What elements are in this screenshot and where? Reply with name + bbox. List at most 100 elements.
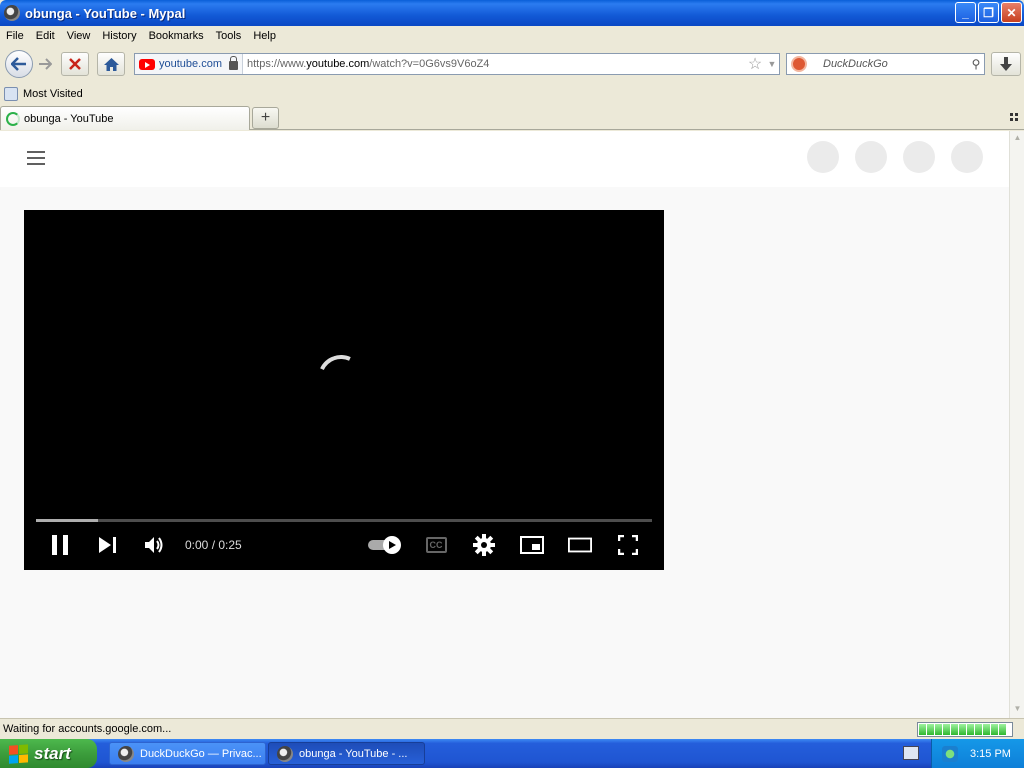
theater-mode-button[interactable]	[568, 533, 592, 557]
url-host: youtube.com	[306, 58, 370, 70]
bookmarks-toolbar: Most Visited	[0, 84, 1024, 104]
menu-help[interactable]: Help	[247, 30, 282, 42]
vertical-scrollbar[interactable]: ▲ ▼	[1009, 131, 1024, 718]
tab-list-icon[interactable]	[1010, 113, 1018, 121]
pause-button[interactable]	[48, 533, 72, 557]
lock-icon	[228, 56, 238, 70]
gear-icon	[473, 534, 495, 556]
scroll-down-icon[interactable]: ▼	[1012, 704, 1023, 716]
url-input[interactable]: https://www.youtube.com/watch?v=0G6vs9V6…	[243, 58, 745, 70]
masthead-placeholder-1	[807, 141, 839, 173]
loading-spinner-icon	[6, 111, 20, 126]
miniplayer-icon	[520, 536, 544, 554]
forward-arrow-icon	[39, 58, 52, 70]
start-label: start	[34, 743, 71, 763]
status-text: Waiting for accounts.google.com...	[3, 723, 172, 735]
home-button[interactable]	[97, 52, 125, 76]
minimize-button[interactable]: _	[955, 2, 976, 23]
url-path: /watch?v=0G6vs9V6oZ4	[369, 58, 490, 70]
mypal-task-icon	[277, 745, 293, 762]
tab-obunga-youtube[interactable]: obunga - YouTube	[0, 106, 250, 130]
search-icon[interactable]: ⚲	[968, 57, 984, 71]
menu-history[interactable]: History	[96, 30, 142, 42]
progress-buffered	[36, 519, 98, 522]
menu-file[interactable]: File	[0, 30, 30, 42]
load-segment	[975, 724, 982, 735]
pause-icon	[52, 535, 68, 555]
miniplayer-button[interactable]	[520, 533, 544, 557]
window-title: obunga - YouTube - Mypal	[25, 5, 186, 21]
keyboard-language-icon[interactable]	[903, 746, 919, 760]
youtube-masthead	[0, 131, 1009, 187]
window-titlebar[interactable]: obunga - YouTube - Mypal _ ❐ ✕	[0, 0, 1024, 26]
task-label: DuckDuckGo — Privac...	[140, 747, 262, 760]
next-button[interactable]	[96, 533, 120, 557]
maximize-button[interactable]: ❐	[978, 2, 999, 23]
taskbar-item-duckduckgo[interactable]: DuckDuckGo — Privac...	[109, 742, 266, 765]
fullscreen-button[interactable]	[616, 533, 640, 557]
back-button[interactable]	[5, 50, 33, 78]
settings-button[interactable]	[472, 533, 496, 557]
menu-tools[interactable]: Tools	[210, 30, 248, 42]
close-button[interactable]: ✕	[1001, 2, 1022, 23]
taskbar-item-youtube[interactable]: obunga - YouTube - ...	[268, 742, 425, 765]
windows-taskbar: start DuckDuckGo — Privac... obunga - Yo…	[0, 739, 1024, 768]
search-bar[interactable]: DuckDuckGo ⚲	[786, 53, 985, 75]
video-player[interactable]: 0:00 / 0:25 CC	[24, 210, 664, 570]
downloads-button[interactable]	[991, 52, 1021, 76]
load-segment	[967, 724, 974, 735]
guide-menu-icon[interactable]	[27, 151, 45, 165]
mypal-task-icon	[118, 745, 134, 762]
site-identity[interactable]: youtube.com	[135, 54, 243, 74]
page-content: 0:00 / 0:25 CC	[0, 131, 1009, 718]
clock[interactable]: 3:15 PM	[970, 748, 1011, 760]
menu-bookmarks[interactable]: Bookmarks	[143, 30, 210, 42]
youtube-favicon-icon	[139, 58, 155, 70]
load-segment	[951, 724, 958, 735]
most-visited-icon	[4, 87, 18, 101]
forward-button[interactable]	[34, 55, 56, 73]
system-tray: 3:15 PM	[931, 739, 1024, 768]
windows-flag-icon	[9, 743, 29, 764]
volume-icon	[145, 537, 163, 553]
download-arrow-icon	[1000, 57, 1012, 71]
tab-label: obunga - YouTube	[24, 112, 114, 125]
buffering-spinner-icon	[311, 348, 371, 408]
load-segment	[943, 724, 950, 735]
autoplay-toggle[interactable]	[368, 533, 404, 557]
fullscreen-icon	[618, 535, 638, 555]
bookmark-most-visited[interactable]: Most Visited	[23, 88, 83, 100]
home-icon	[103, 57, 119, 71]
load-segment	[919, 724, 926, 735]
stop-button[interactable]	[61, 52, 89, 76]
load-segment	[927, 724, 934, 735]
theater-mode-icon	[568, 537, 592, 553]
url-bar[interactable]: youtube.com https://www.youtube.com/watc…	[134, 53, 780, 75]
menu-edit[interactable]: Edit	[30, 30, 61, 42]
duckduckgo-engine-icon[interactable]	[791, 56, 807, 72]
volume-button[interactable]	[143, 533, 167, 557]
menu-view[interactable]: View	[61, 30, 97, 42]
captions-icon: CC	[425, 537, 447, 553]
network-tray-icon[interactable]	[942, 745, 958, 762]
start-button[interactable]: start	[0, 739, 97, 768]
back-arrow-icon	[11, 57, 26, 71]
new-tab-button[interactable]: +	[252, 107, 279, 129]
progress-bar[interactable]	[36, 519, 652, 522]
url-prefix: https://www.	[246, 58, 307, 70]
url-dropdown-icon[interactable]: ▼	[765, 59, 779, 69]
bookmark-star-icon[interactable]: ☆	[745, 54, 765, 74]
time-display: 0:00 / 0:25	[185, 538, 242, 552]
load-segment	[983, 724, 990, 735]
load-segment	[959, 724, 966, 735]
load-segment	[991, 724, 998, 735]
captions-button[interactable]: CC	[424, 533, 448, 557]
task-label: obunga - YouTube - ...	[299, 747, 408, 760]
masthead-placeholder-2	[855, 141, 887, 173]
masthead-placeholder-4	[951, 141, 983, 173]
stop-x-icon	[69, 58, 81, 70]
identity-domain: youtube.com	[159, 58, 222, 70]
scroll-up-icon[interactable]: ▲	[1012, 133, 1023, 145]
menu-bar: File Edit View History Bookmarks Tools H…	[0, 26, 1024, 46]
load-segment	[999, 724, 1006, 735]
